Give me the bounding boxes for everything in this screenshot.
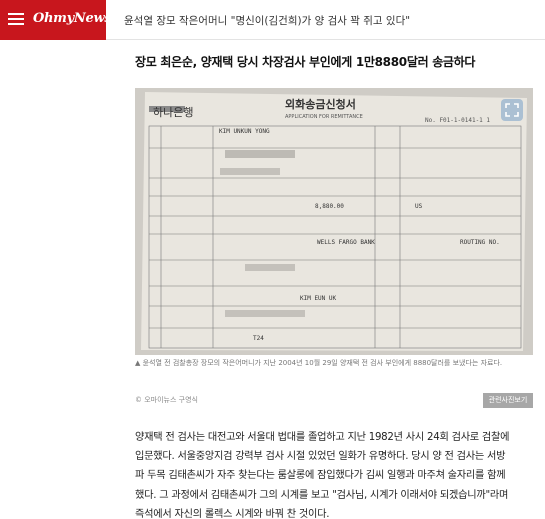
photo-routing: ROUTING NO. <box>460 239 500 246</box>
photo-beneficiary: KIM EUN UK <box>300 295 337 302</box>
expand-photo-button[interactable] <box>501 99 523 121</box>
photo-form-subtitle: APPLICATION FOR REMITTANCE <box>285 114 363 120</box>
paragraph-line: 했다. 그 과정에서 김태촌씨가 그의 시계를 보고 "검사님, 시계가 이래서… <box>135 489 509 501</box>
photo-amount: 8,880.00 <box>315 203 344 210</box>
header-headline[interactable]: 윤석열 장모 작은어머니 "명신이(김건희)가 양 검사 꽉 쥐고 있다" <box>124 13 410 28</box>
remittance-form-image: 하나은행 외화송금신청서 APPLICATION FOR REMITTANCE … <box>135 88 533 355</box>
paragraph-line: 파 두목 김태촌씨가 자주 찾는다는 룸살롱에 잠입했다가 김씨 일행과 마주쳐… <box>135 470 506 482</box>
photo-credit: © 오마이뉴스 구영식 <box>135 396 198 404</box>
paragraph-line: 즉석에서 자신의 롤렉스 시계와 바꿔 찬 것이다. <box>135 508 330 519</box>
photo-caption: ▲ 윤석열 전 검찰총장 장모의 작은어머니가 지난 2004년 10월 29일… <box>135 359 503 367</box>
paragraph-line: 양재택 전 검사는 대전고와 서울대 법대를 졸업하고 지난 1982년 사시 … <box>135 432 510 443</box>
article-paragraph: 양재택 전 검사는 대전고와 서울대 법대를 졸업하고 지난 1982년 사시 … <box>135 428 535 519</box>
article-photo[interactable]: 하나은행 외화송금신청서 APPLICATION FOR REMITTANCE … <box>135 88 533 355</box>
photo-bank-name: 하나은행 <box>153 105 193 119</box>
photo-form-title: 외화송금신청서 <box>285 97 356 111</box>
site-logo[interactable]: OhmyNews <box>33 11 112 26</box>
hamburger-menu-icon[interactable] <box>8 13 24 26</box>
photo-bank-field: WELLS FARGO BANK <box>317 239 375 246</box>
related-photos-button[interactable]: 관련사진보기 <box>483 393 533 408</box>
photo-form-number: No. F01-1-0141-1 1 <box>425 117 490 124</box>
photo-date-mark: T24 <box>253 335 264 342</box>
article-subtitle: 장모 최은순, 양재택 당시 차장검사 부인에게 1만8880달러 송금하다 <box>135 55 476 69</box>
photo-currency: US <box>415 203 423 210</box>
photo-applicant: KIM UNKUN YONG <box>219 128 270 135</box>
top-header-bar: OhmyNews 윤석열 장모 작은어머니 "명신이(김건희)가 양 검사 꽉 … <box>0 0 545 40</box>
brand-block[interactable]: OhmyNews <box>0 0 112 40</box>
expand-icon <box>505 103 519 117</box>
paragraph-line: 입문했다. 서울중앙지검 강력부 검사 시절 있었던 일화가 유명하다. 당시 … <box>135 451 506 463</box>
